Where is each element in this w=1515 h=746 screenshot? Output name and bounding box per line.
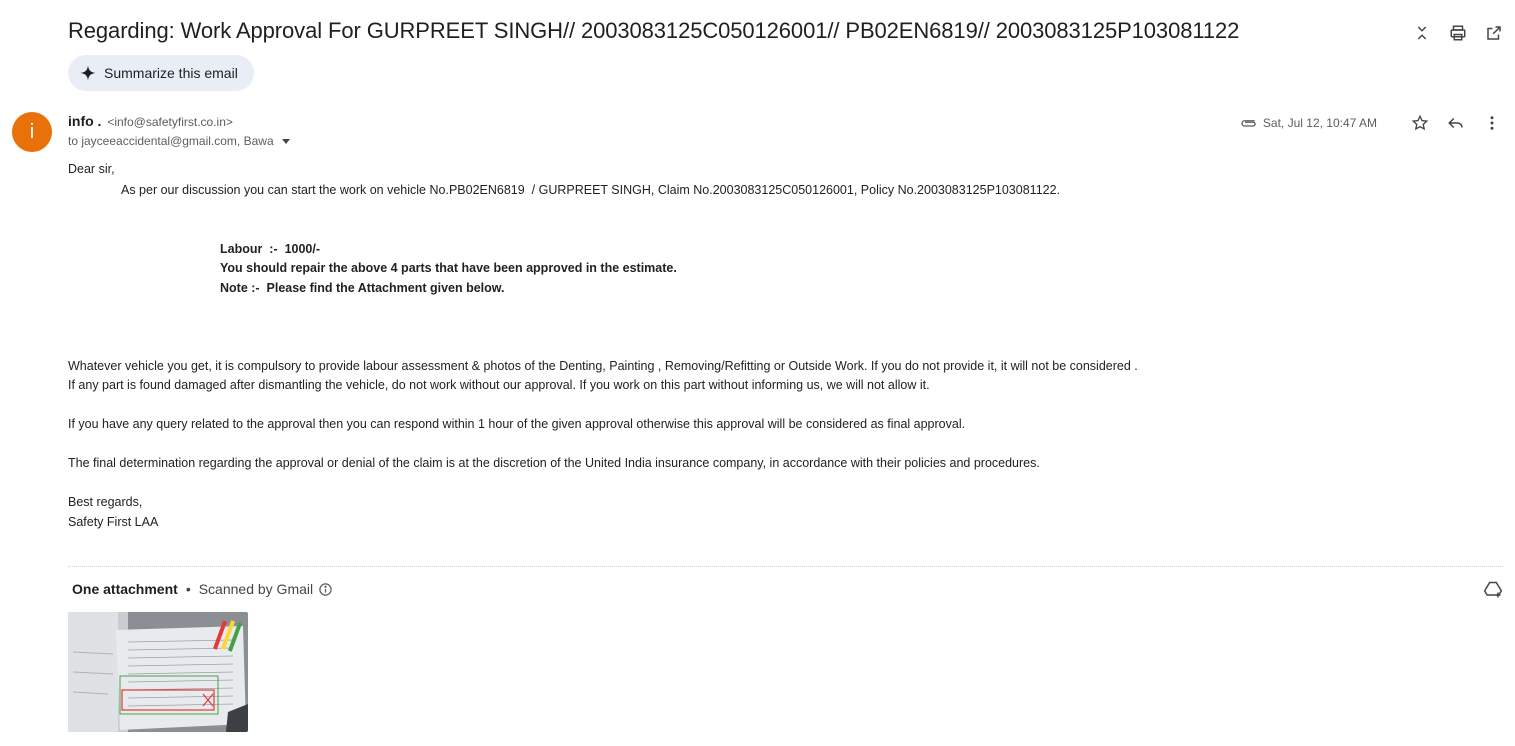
repair-note: You should repair the above 4 parts that… xyxy=(220,261,677,275)
attachment-thumbnail[interactable] xyxy=(68,612,248,732)
info-icon[interactable] xyxy=(318,582,333,597)
attachments-header: One attachment • Scanned by Gmail xyxy=(72,581,333,597)
closing: Best regards, xyxy=(68,495,143,509)
scanned-by-gmail: Scanned by Gmail xyxy=(198,581,314,597)
paragraph-2: If you have any query related to the app… xyxy=(68,417,966,431)
sender-name[interactable]: info . xyxy=(68,113,101,129)
reply-icon[interactable] xyxy=(1445,112,1467,134)
collapse-icon[interactable] xyxy=(1411,22,1433,44)
owner-name: GURPREET SINGH xyxy=(538,183,651,197)
message-date: Sat, Jul 12, 10:47 AM xyxy=(1262,116,1377,130)
owner-separator: / xyxy=(524,183,539,197)
email-subject: Regarding: Work Approval For GURPREET SI… xyxy=(68,18,1240,43)
recipients: to jayceeaccidental@gmail.com, Bawa xyxy=(68,134,290,148)
attachments-dot: • xyxy=(185,581,191,597)
paragraph-3: The final determination regarding the ap… xyxy=(68,456,1040,470)
claim-policy-text: , Claim No.2003083125C050126001, Policy … xyxy=(650,183,1061,197)
print-icon[interactable] xyxy=(1447,22,1469,44)
sender-line: info . <info@safetyfirst.co.in> xyxy=(68,113,233,129)
sender-email: <info@safetyfirst.co.in> xyxy=(107,115,233,129)
recipient-details-dropdown-icon[interactable] xyxy=(281,138,290,144)
top-toolbar xyxy=(1411,22,1505,44)
attachments-divider xyxy=(68,566,1503,567)
star-icon[interactable] xyxy=(1409,112,1431,134)
greeting: Dear sir, xyxy=(68,162,115,176)
intro-line: As per our discussion you can start the … xyxy=(121,183,1060,197)
paragraph-1-line-2: If any part is found damaged after disma… xyxy=(68,378,930,392)
add-to-drive-icon[interactable] xyxy=(1483,580,1503,600)
attachment-document-photo xyxy=(68,612,248,732)
intro-prefix: As per our discussion you can start the … xyxy=(121,183,449,197)
labour-amount: Labour :- 1000/- xyxy=(220,242,321,256)
paragraph-1-line-1: Whatever vehicle you get, it is compulso… xyxy=(68,359,1138,373)
attachments-title: One attachment xyxy=(72,581,178,597)
summarize-label: Summarize this email xyxy=(104,65,238,81)
avatar[interactable]: i xyxy=(12,112,52,152)
summarize-button[interactable]: Summarize this email xyxy=(68,55,254,91)
more-vert-icon[interactable] xyxy=(1481,112,1503,134)
message-meta: Sat, Jul 12, 10:47 AM xyxy=(1239,112,1503,134)
email-view: Regarding: Work Approval For GURPREET SI… xyxy=(0,0,1515,746)
recipients-text: to jayceeaccidental@gmail.com, Bawa xyxy=(68,134,274,148)
sparkle-icon xyxy=(80,65,96,81)
vehicle-number: PB02EN6819 xyxy=(448,183,525,197)
attachment-note: Note :- Please find the Attachment given… xyxy=(220,281,505,295)
open-in-new-window-icon[interactable] xyxy=(1483,22,1505,44)
signature: Safety First LAA xyxy=(68,515,159,529)
attachment-clip-icon xyxy=(1241,120,1256,127)
